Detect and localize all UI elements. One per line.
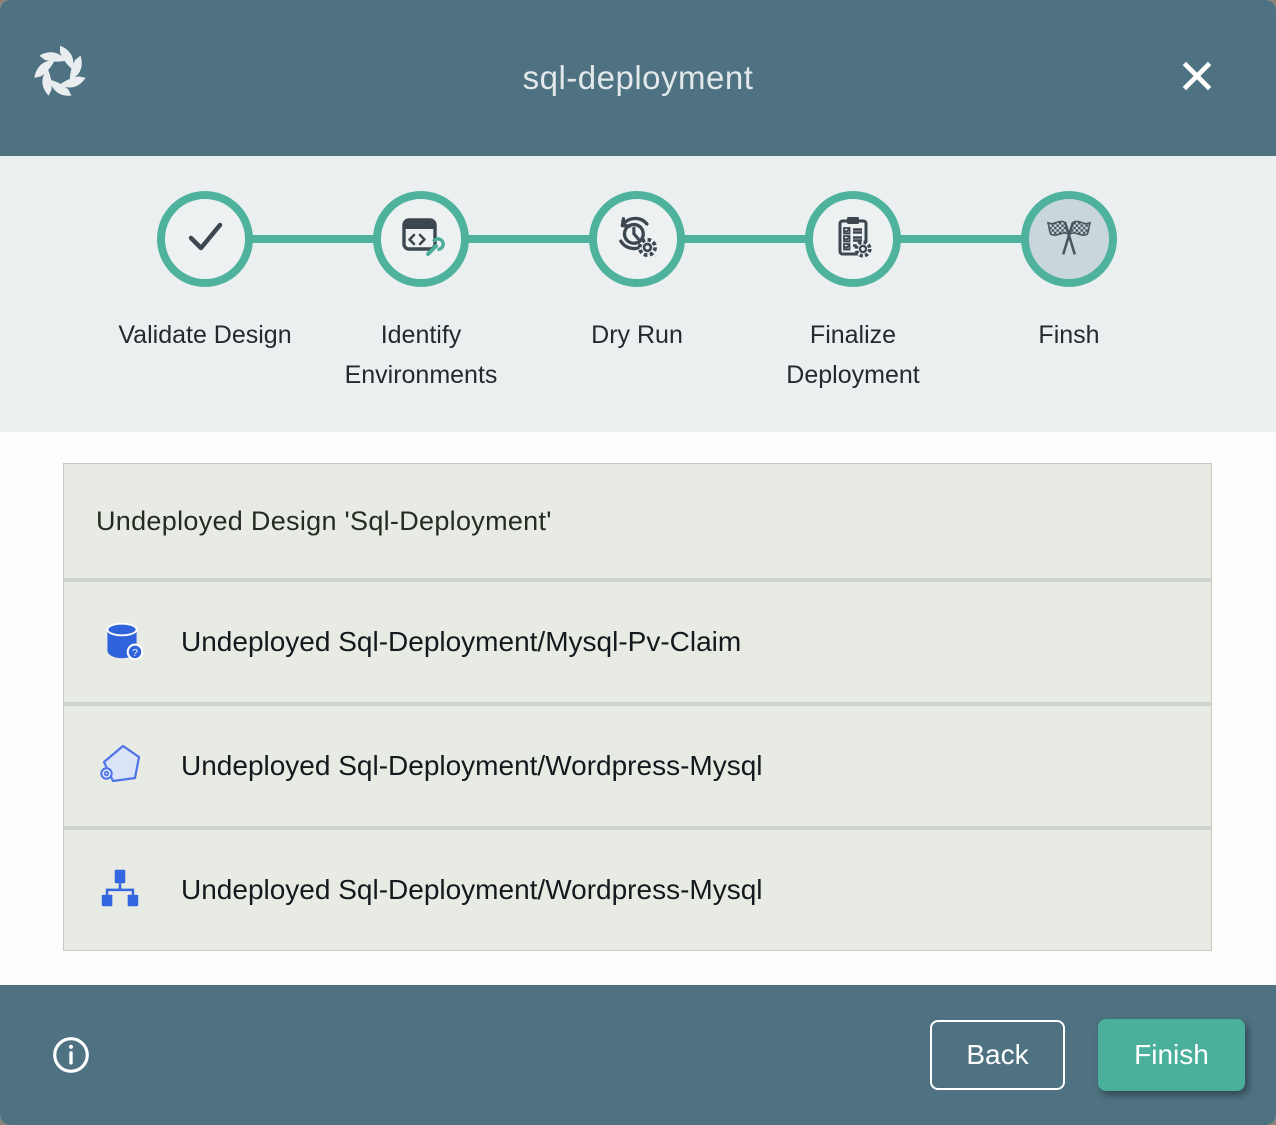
result-row-wordpress-mysql-1[interactable]: Undeployed Sql-Deployment/Wordpress-Mysq… (64, 702, 1211, 826)
step-finalize-deployment[interactable]: Finalize Deployment (745, 156, 961, 395)
database-icon: ? (97, 617, 147, 667)
info-icon (50, 1064, 92, 1079)
clipboard-gear-icon (829, 213, 877, 266)
code-window-wrench-icon (397, 213, 445, 266)
step-identify-environments[interactable]: Identify Environments (313, 156, 529, 395)
checkered-flags-icon (1042, 210, 1096, 269)
step-finish[interactable]: Finsh (961, 156, 1177, 395)
finish-button[interactable]: Finish (1098, 1019, 1245, 1091)
step-label: Identify Environments (313, 315, 529, 395)
dialog-footer: Back Finish (0, 985, 1276, 1125)
step-circle (373, 191, 469, 287)
step-label: Validate Design (118, 315, 291, 355)
check-icon (179, 211, 231, 268)
results-header: Undeployed Design 'Sql-Deployment' (64, 464, 1211, 578)
result-row-mysql-pv-claim[interactable]: ? Undeployed Sql-Deployment/Mysql-Pv-Cla… (64, 578, 1211, 702)
step-circle (157, 191, 253, 287)
wizard-stepper: Validate Design (0, 156, 1276, 432)
step-circle (805, 191, 901, 287)
result-text: Undeployed Sql-Deployment/Mysql-Pv-Claim (181, 626, 741, 658)
pentagon-icon (97, 741, 147, 791)
step-label: Finalize Deployment (745, 315, 961, 395)
close-button[interactable] (1173, 53, 1221, 101)
dialog-title: sql-deployment (0, 0, 1276, 156)
results-panel: Undeployed Design 'Sql-Deployment' ? Und… (63, 463, 1212, 951)
back-button[interactable]: Back (930, 1020, 1065, 1090)
step-label: Dry Run (591, 315, 683, 355)
step-label: Finsh (1038, 315, 1099, 355)
deployment-wizard-dialog: sql-deployment Vali (0, 0, 1276, 1125)
sitemap-icon (97, 865, 147, 915)
result-text: Undeployed Sql-Deployment/Wordpress-Mysq… (181, 874, 763, 906)
step-circle (589, 191, 685, 287)
result-text: Undeployed Sql-Deployment/Wordpress-Mysq… (181, 750, 763, 782)
result-row-wordpress-mysql-2[interactable]: Undeployed Sql-Deployment/Wordpress-Mysq… (64, 826, 1211, 950)
dry-run-icon (612, 212, 662, 267)
step-circle (1021, 191, 1117, 287)
step-dry-run[interactable]: Dry Run (529, 156, 745, 395)
svg-text:?: ? (132, 648, 138, 659)
step-validate-design[interactable]: Validate Design (97, 156, 313, 395)
close-icon (1176, 55, 1218, 100)
dialog-header: sql-deployment (0, 0, 1276, 156)
results-content: Undeployed Design 'Sql-Deployment' ? Und… (0, 432, 1276, 985)
info-button[interactable] (50, 1034, 92, 1076)
